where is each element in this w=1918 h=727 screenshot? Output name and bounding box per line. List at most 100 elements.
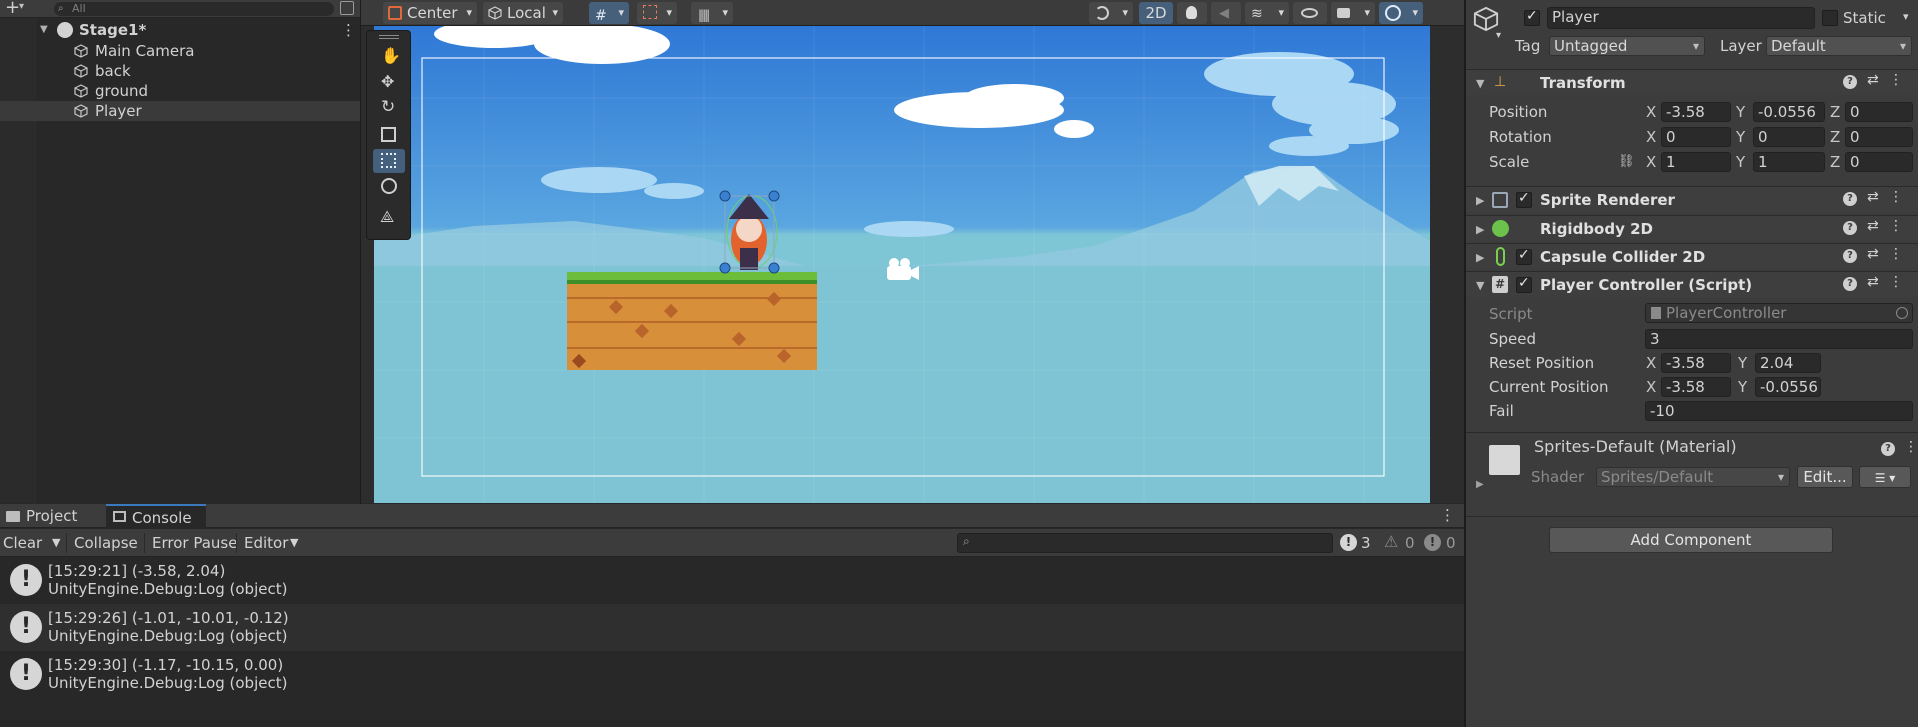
fold-arrow-icon[interactable]: ▶: [1476, 479, 1484, 490]
axis-y-label[interactable]: Y: [1736, 127, 1745, 147]
move-tool[interactable]: ✥: [373, 71, 405, 95]
chevron-down-icon[interactable]: ▼: [290, 529, 298, 557]
chevron-down-icon[interactable]: ▼: [52, 529, 60, 557]
scale-z-field[interactable]: 0: [1845, 152, 1913, 172]
rotation-y-field[interactable]: 0: [1753, 127, 1825, 147]
reset-y-field[interactable]: 2.04: [1755, 353, 1821, 373]
camera-settings-dropdown[interactable]: ▾: [1331, 2, 1375, 24]
scale-y-field[interactable]: 1: [1753, 152, 1825, 172]
axis-z-label[interactable]: Z: [1830, 152, 1840, 172]
tab-console[interactable]: Console: [106, 504, 206, 528]
ground-platform[interactable]: [567, 272, 817, 370]
more-icon[interactable]: ⋮: [1889, 218, 1903, 234]
reset-x-field[interactable]: -3.58: [1661, 353, 1731, 373]
rotation-x-field[interactable]: 0: [1661, 127, 1731, 147]
hierarchy-item-main-camera[interactable]: Main Camera: [0, 41, 360, 61]
player-controller-header[interactable]: ▼ # Player Controller (Script) ? ⇄ ⋮: [1466, 271, 1918, 297]
axis-y-label[interactable]: Y: [1736, 152, 1745, 172]
active-checkbox[interactable]: [1524, 8, 1540, 26]
pivot-dropdown[interactable]: Center ▾: [383, 2, 477, 24]
layer-dropdown[interactable]: Default: [1766, 36, 1912, 56]
position-y-field[interactable]: -0.0556: [1753, 102, 1825, 122]
shader-options-button[interactable]: ☰ ▾: [1859, 466, 1911, 488]
fold-arrow-icon[interactable]: ▶: [1476, 223, 1484, 236]
axis-y-label[interactable]: Y: [1736, 102, 1745, 122]
rotation-z-field[interactable]: 0: [1845, 127, 1913, 147]
scale-x-field[interactable]: 1: [1661, 152, 1731, 172]
tab-project[interactable]: Project: [0, 504, 98, 528]
controller-enabled-checkbox[interactable]: [1516, 275, 1532, 293]
editor-dropdown[interactable]: Editor: [244, 529, 288, 557]
console-search-input[interactable]: ⌕: [957, 533, 1333, 553]
axis-y-label[interactable]: Y: [1738, 353, 1747, 373]
link-icon[interactable]: ⛓: [1618, 154, 1635, 169]
add-component-button[interactable]: Add Component: [1549, 527, 1833, 553]
transform-tool[interactable]: [373, 175, 405, 199]
speed-field[interactable]: 3: [1645, 329, 1913, 349]
hierarchy-item-player[interactable]: Player: [0, 101, 360, 121]
rigidbody-header[interactable]: ▶ Rigidbody 2D ? ⇄ ⋮: [1466, 215, 1918, 241]
hierarchy-item-ground[interactable]: ground: [0, 81, 360, 101]
log-count[interactable]: 3: [1361, 529, 1371, 557]
fail-field[interactable]: -10: [1645, 401, 1913, 421]
static-checkbox[interactable]: [1822, 10, 1838, 26]
help-icon[interactable]: ?: [1843, 75, 1857, 89]
tag-dropdown[interactable]: Untagged: [1549, 36, 1705, 56]
scene-canvas[interactable]: [374, 26, 1430, 503]
gizmos-dropdown[interactable]: ▾: [1379, 2, 1423, 24]
presets-icon[interactable]: ⇄: [1867, 189, 1879, 205]
axis-x-label[interactable]: X: [1646, 102, 1656, 122]
log-entry[interactable]: [15:29:21] (-3.58, 2.04) UnityEngine.Deb…: [0, 557, 1464, 604]
grid-visibility-button[interactable]: ▾: [637, 2, 677, 24]
scene-view[interactable]: [361, 26, 1464, 503]
space-dropdown[interactable]: Local ▾: [483, 2, 563, 24]
collapse-button[interactable]: Collapse: [74, 529, 138, 557]
hierarchy-search-input[interactable]: ⌕ All: [54, 2, 334, 16]
rotate-tool[interactable]: ↻: [373, 97, 405, 121]
axis-y-label[interactable]: Y: [1738, 377, 1747, 397]
position-x-field[interactable]: -3.58: [1661, 102, 1731, 122]
fold-arrow-icon[interactable]: ▶: [1476, 194, 1484, 207]
transform-header[interactable]: ▼ ⊥ Transform ? ⇄ ⋮: [1466, 69, 1918, 95]
hidden-objects-toggle[interactable]: [1293, 2, 1327, 24]
presets-icon[interactable]: ⇄: [1867, 246, 1879, 262]
audio-toggle[interactable]: ◀: [1211, 2, 1241, 24]
more-icon[interactable]: ⋮: [1904, 439, 1918, 455]
clear-button[interactable]: Clear: [3, 529, 42, 557]
help-icon[interactable]: ?: [1843, 249, 1857, 263]
error-count[interactable]: 0: [1446, 529, 1456, 557]
presets-icon[interactable]: ⇄: [1867, 218, 1879, 234]
capsule-collider-header[interactable]: ▶ Capsule Collider 2D ? ⇄ ⋮: [1466, 243, 1918, 269]
help-icon[interactable]: ?: [1843, 192, 1857, 206]
add-icon[interactable]: +: [5, 0, 20, 18]
hierarchy-item-back[interactable]: back: [0, 61, 360, 81]
fold-arrow-icon[interactable]: ▼: [1476, 279, 1484, 292]
lighting-toggle[interactable]: [1177, 2, 1207, 24]
presets-icon[interactable]: ⇄: [1867, 274, 1879, 290]
current-y-field[interactable]: -0.0556: [1755, 377, 1821, 397]
rect-tool[interactable]: [373, 149, 405, 173]
more-icon[interactable]: ⋮: [341, 20, 356, 40]
fold-arrow-icon[interactable]: ▼: [1476, 77, 1484, 90]
fold-arrow-icon[interactable]: ▶: [1476, 251, 1484, 264]
fold-arrow-icon[interactable]: ▼: [40, 20, 48, 40]
scale-tool[interactable]: [373, 123, 405, 147]
panel-grip[interactable]: [379, 35, 399, 39]
help-icon[interactable]: ?: [1843, 277, 1857, 291]
expand-icon[interactable]: [340, 1, 354, 15]
current-x-field[interactable]: -3.58: [1661, 377, 1731, 397]
shader-dropdown[interactable]: Sprites/Default: [1596, 467, 1790, 487]
help-icon[interactable]: ?: [1843, 221, 1857, 235]
capsule-enabled-checkbox[interactable]: [1516, 247, 1532, 265]
position-z-field[interactable]: 0: [1845, 102, 1913, 122]
chevron-down-icon[interactable]: ▾: [1496, 30, 1501, 41]
more-icon[interactable]: ⋮: [1889, 246, 1903, 262]
more-icon[interactable]: ⋮: [1889, 72, 1903, 88]
log-entry[interactable]: [15:29:30] (-1.17, -10.15, 0.00) UnityEn…: [0, 651, 1464, 698]
chevron-down-icon[interactable]: ▾: [19, 1, 24, 12]
axis-z-label[interactable]: Z: [1830, 127, 1840, 147]
edit-shader-button[interactable]: Edit...: [1797, 466, 1853, 488]
draw-mode-button[interactable]: ▾: [1089, 2, 1133, 24]
scene-row[interactable]: ▼ Stage1* ⋮: [0, 20, 360, 40]
axis-x-label[interactable]: X: [1646, 152, 1656, 172]
